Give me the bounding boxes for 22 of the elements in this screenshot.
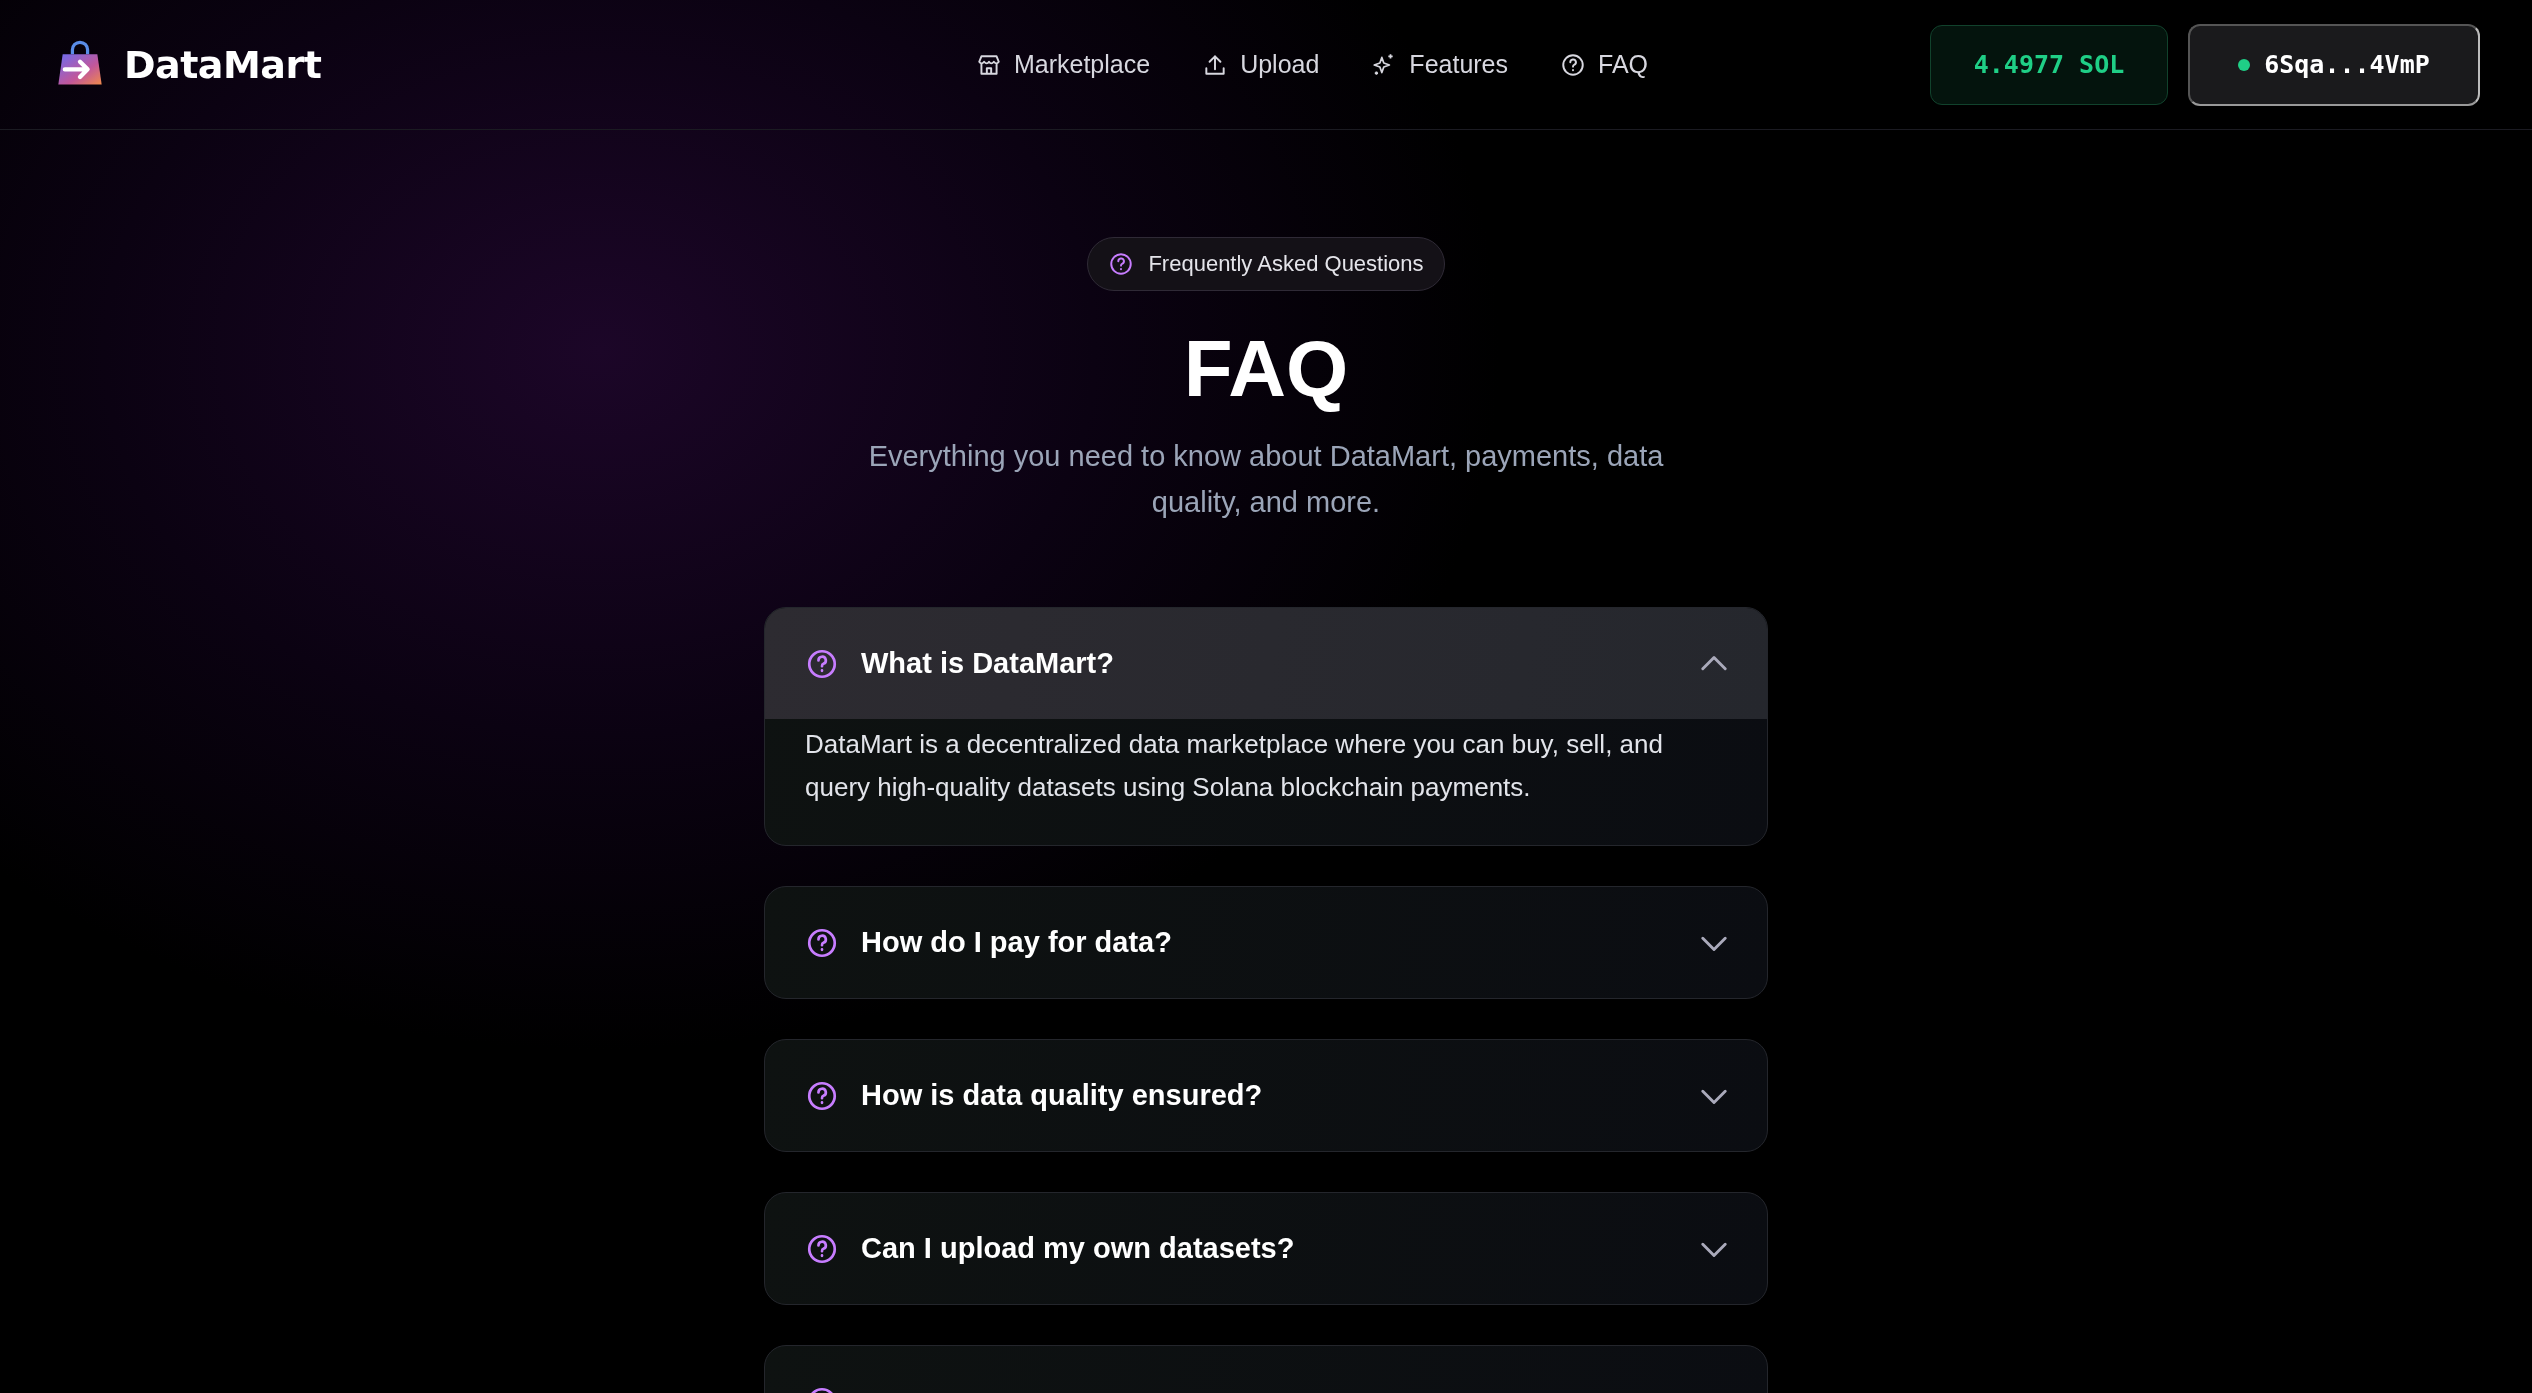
- faq-question[interactable]: What is DataMart?: [765, 608, 1767, 719]
- wallet-address: 6Sqa...4VmP: [2264, 50, 2430, 79]
- page-title: FAQ: [1183, 325, 1349, 413]
- brand-name: DataMart: [124, 42, 322, 87]
- faq-answer: DataMart is a decentralized data marketplace where you can buy, sell, and query high-quality datasets using Solana blockchain payments.: [804, 728, 1664, 804]
- help-icon: [1560, 51, 1587, 78]
- nav-link[interactable]: Upload: [1202, 50, 1320, 79]
- faq-question[interactable]: How is data quality ensured?: [765, 1040, 1767, 1151]
- faq-question[interactable]: How do I pay for data?: [765, 887, 1767, 998]
- help-icon: [1108, 251, 1135, 277]
- faq-question[interactable]: Can I upload my own datasets?: [765, 1193, 1767, 1304]
- chevron-down-icon: [1701, 934, 1727, 951]
- nav-link[interactable]: FAQ: [1560, 50, 1649, 79]
- badge-label: Frequently Asked Questions: [1148, 251, 1424, 277]
- nav-link[interactable]: Marketplace: [975, 50, 1151, 79]
- wallet-button[interactable]: 6Sqa...4VmP: [2188, 23, 2480, 106]
- chevron-up-icon: [1701, 655, 1727, 672]
- balance-display: 4.4977 SOL: [1930, 24, 2168, 105]
- page-subtitle: Everything you need to know about DataMart, payments, data quality, and more.: [867, 439, 1665, 520]
- chevron-down-icon: [1701, 1240, 1727, 1257]
- nav-link[interactable]: Features: [1371, 50, 1509, 79]
- chevron-down-icon: [1701, 1087, 1727, 1104]
